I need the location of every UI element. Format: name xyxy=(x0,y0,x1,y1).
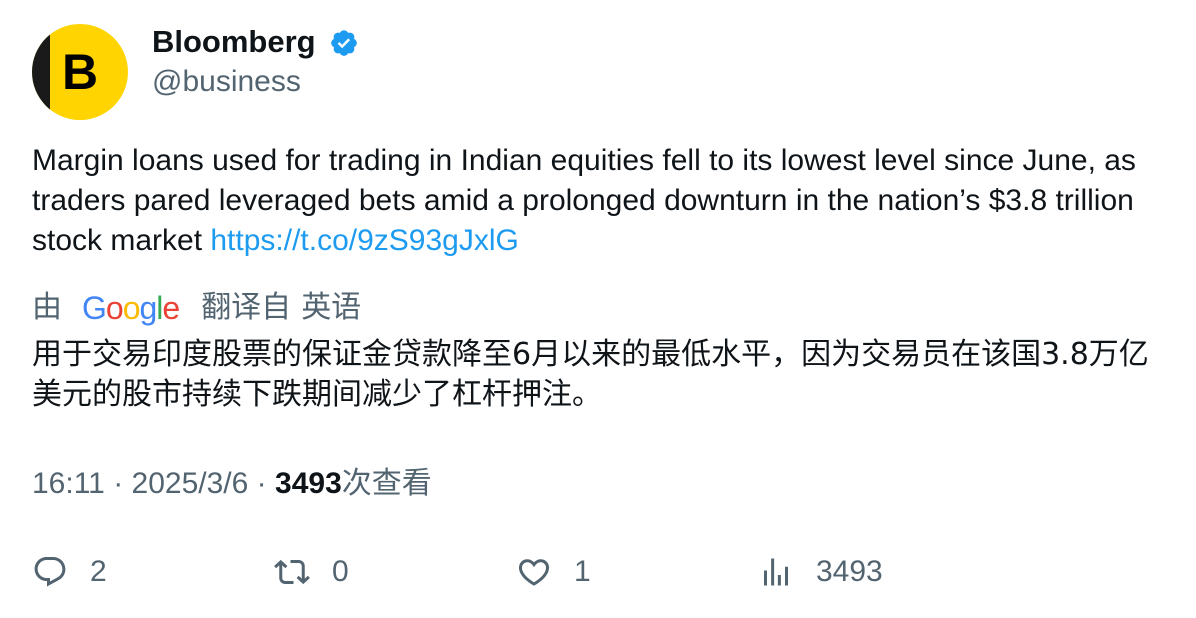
source-language: 英语 xyxy=(301,291,362,324)
repost-icon xyxy=(274,559,310,585)
view-count: 3493 xyxy=(275,467,342,500)
verified-badge-icon xyxy=(331,30,357,56)
action-bar: 2 0 1 3493 xyxy=(32,552,1162,592)
views-button[interactable]: 3493 xyxy=(758,552,883,592)
like-count: 1 xyxy=(574,555,591,588)
reply-icon xyxy=(34,557,66,587)
meta-separator: · xyxy=(256,467,267,500)
tweet-date[interactable]: 2025/3/6 xyxy=(132,467,249,500)
translated-by-label: 由 xyxy=(32,291,62,324)
tweet-time[interactable]: 16:11 xyxy=(32,467,105,500)
reply-count: 2 xyxy=(90,555,107,588)
repost-button[interactable]: 0 xyxy=(274,552,349,592)
author-name[interactable]: Bloomberg xyxy=(152,24,316,60)
reply-button[interactable]: 2 xyxy=(32,552,107,592)
views-count: 3493 xyxy=(816,555,883,588)
tweet-meta: 16:11 · 2025/3/6 · 3493次查看 xyxy=(32,464,432,504)
translation-attribution: 由 Google 翻译自 英语 xyxy=(32,288,361,328)
like-button[interactable]: 1 xyxy=(516,552,591,592)
repost-count: 0 xyxy=(332,555,349,588)
meta-separator: · xyxy=(113,467,124,500)
translated-text: 用于交易印度股票的保证金贷款降至6月以来的最低水平，因为交易员在该国3.8万亿美… xyxy=(32,337,1149,412)
tweet-text: Margin loans used for trading in Indian … xyxy=(32,141,1152,261)
view-count-label: 次查看 xyxy=(341,467,432,500)
google-logo: Google xyxy=(82,290,180,326)
translated-from-label: 翻译自 xyxy=(201,291,292,324)
author-handle[interactable]: @business xyxy=(152,64,301,100)
avatar-letter: B xyxy=(61,44,99,100)
avatar[interactable]: B xyxy=(32,24,128,120)
views-icon xyxy=(764,558,788,586)
like-icon xyxy=(518,559,550,586)
tweet-link[interactable]: https://t.co/9zS93gJxlG xyxy=(210,224,518,257)
tweet-body: Margin loans used for trading in Indian … xyxy=(32,144,1136,257)
